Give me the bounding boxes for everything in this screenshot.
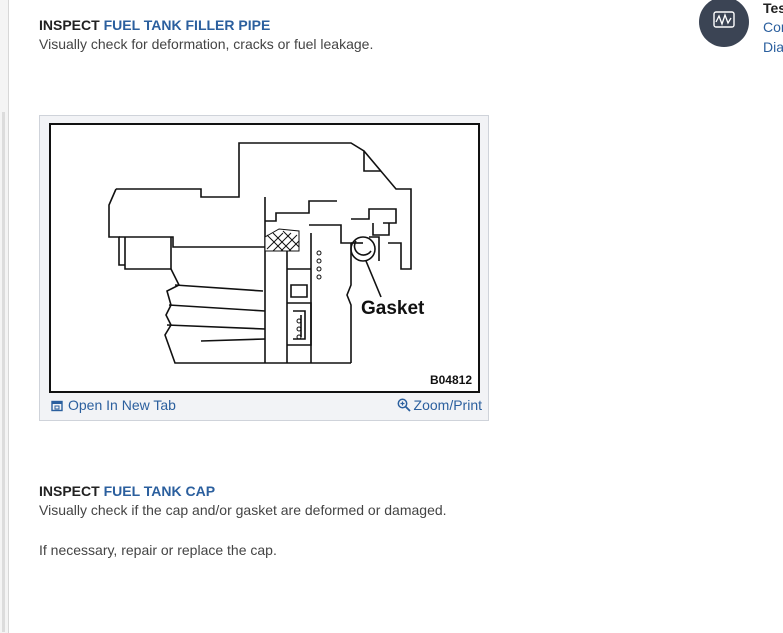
- step-filler-pipe: INSPECT FUEL TANK FILLER PIPE Visually c…: [39, 16, 373, 54]
- step-text-repair: If necessary, repair or replace the cap.: [39, 542, 277, 558]
- open-new-tab-label: Open In New Tab: [68, 397, 176, 413]
- step-heading: INSPECT FUEL TANK CAP: [39, 482, 447, 500]
- side-card-title: Tes: [763, 0, 783, 16]
- step-heading: INSPECT FUEL TANK FILLER PIPE: [39, 16, 373, 34]
- left-rail: [0, 0, 9, 633]
- step-prefix: INSPECT: [39, 483, 100, 499]
- step-text: Visually check for deformation, cracks o…: [39, 36, 374, 52]
- new-tab-icon: [51, 399, 63, 415]
- figure-panel: Gasket B04812 Open In New Tab Zoom/Print: [39, 115, 489, 421]
- fuel-tank-cap-link[interactable]: FUEL TANK CAP: [104, 483, 215, 499]
- side-card-link-1[interactable]: Cor: [763, 19, 783, 35]
- step-prefix: INSPECT: [39, 17, 100, 33]
- figure-toolbar: Open In New Tab Zoom/Print: [40, 392, 488, 420]
- step-text: Visually check if the cap and/or gasket …: [39, 502, 447, 518]
- zoom-print-button[interactable]: Zoom/Print: [397, 397, 482, 415]
- side-card-link-2[interactable]: Dia: [763, 39, 783, 55]
- fuel-cap-illustration: [108, 142, 412, 364]
- fuel-cap-drawing: Gasket B04812: [49, 123, 480, 393]
- step-fuel-cap: INSPECT FUEL TANK CAP Visually check if …: [39, 482, 447, 560]
- gasket-callout: Gasket: [361, 298, 425, 319]
- zoom-print-label: Zoom/Print: [413, 397, 482, 413]
- waveform-icon: [699, 0, 749, 47]
- left-rail-marker: [2, 112, 5, 632]
- zoom-in-icon: [397, 398, 411, 415]
- open-new-tab-button[interactable]: Open In New Tab: [51, 397, 176, 415]
- filler-pipe-link[interactable]: FUEL TANK FILLER PIPE: [104, 17, 271, 33]
- figure-code: B04812: [429, 373, 472, 387]
